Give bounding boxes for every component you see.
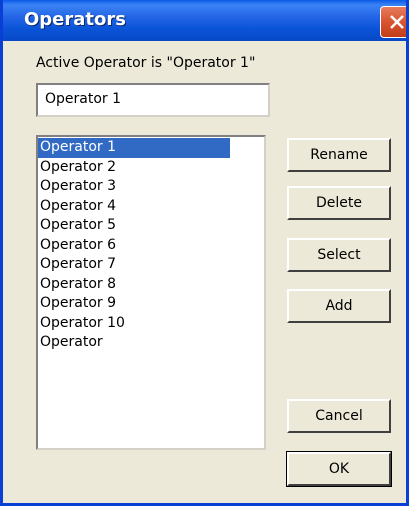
operator-list-item[interactable]: Operator 4 — [38, 197, 264, 217]
operator-list-item[interactable]: Operator 6 — [38, 236, 264, 256]
cancel-button[interactable]: Cancel — [287, 399, 391, 433]
operator-name-field[interactable]: Operator 1 — [36, 83, 270, 117]
operator-list-item[interactable]: Operator 3 — [38, 177, 264, 197]
close-button[interactable] — [380, 6, 406, 38]
operator-list-item[interactable]: Operator 10 — [38, 314, 264, 334]
title-bar[interactable]: Operators — [3, 0, 406, 41]
operator-list-item[interactable]: Operator 2 — [38, 158, 264, 178]
operator-list-item[interactable]: Operator 5 — [38, 216, 264, 236]
add-button[interactable]: Add — [287, 289, 391, 323]
operator-list-item[interactable]: Operator 1 — [38, 138, 230, 158]
operator-list-item[interactable]: Operator — [38, 333, 264, 353]
operator-list-item[interactable]: Operator 8 — [38, 275, 264, 295]
active-operator-label: Active Operator is "Operator 1" — [36, 55, 256, 71]
ok-button[interactable]: OK — [286, 451, 392, 487]
window-title: Operators — [24, 9, 126, 30]
select-button[interactable]: Select — [287, 238, 391, 272]
operators-dialog: Operators Active Operator is "Operator 1… — [0, 0, 409, 506]
rename-button[interactable]: Rename — [287, 138, 391, 172]
delete-button[interactable]: Delete — [287, 186, 391, 220]
operator-list-item[interactable]: Operator 9 — [38, 294, 264, 314]
operator-list-item[interactable]: Operator 7 — [38, 255, 264, 275]
operator-list[interactable]: Operator 1 Operator 2 Operator 3 Operator 4… — [36, 135, 266, 450]
